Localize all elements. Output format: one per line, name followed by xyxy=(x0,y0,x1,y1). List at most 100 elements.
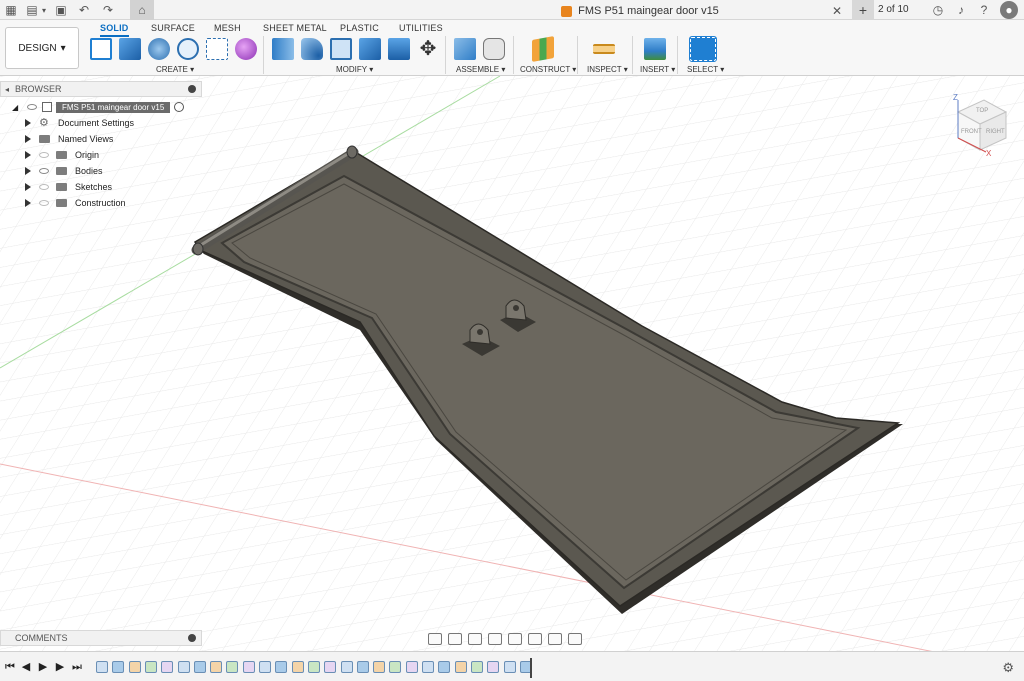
extrude-icon[interactable] xyxy=(119,38,141,60)
timeline-feature-icon[interactable] xyxy=(454,661,467,673)
fillet-icon[interactable] xyxy=(301,38,323,60)
play-icon[interactable]: ▶ xyxy=(37,661,49,673)
document-tab[interactable]: FMS P51 maingear door v15 ✕ xyxy=(430,2,850,20)
select-icon[interactable] xyxy=(689,36,717,62)
pattern-icon[interactable] xyxy=(206,38,228,60)
assemble-menu[interactable]: ASSEMBLE ▾ xyxy=(456,65,505,74)
workspace-switcher[interactable]: DESIGN ▾ xyxy=(5,27,79,69)
step-back-icon[interactable]: ◀ xyxy=(20,661,32,673)
press-pull-icon[interactable] xyxy=(272,38,294,60)
timeline-marker[interactable] xyxy=(530,658,532,678)
timeline-feature-icon[interactable] xyxy=(193,661,206,673)
viewports-icon[interactable] xyxy=(568,633,582,645)
browser-header[interactable]: ◂ BROWSER xyxy=(0,81,202,97)
plus-icon[interactable]: + xyxy=(852,0,874,20)
insert-menu[interactable]: INSERT ▾ xyxy=(640,65,675,74)
zoom-icon[interactable] xyxy=(488,633,502,645)
timeline-feature-icon[interactable] xyxy=(307,661,320,673)
timeline-feature-icon[interactable] xyxy=(356,661,369,673)
tab-surface[interactable]: SURFACE xyxy=(151,23,195,33)
grid-icon[interactable]: ▦ xyxy=(3,2,19,18)
timeline-feature-icon[interactable] xyxy=(112,661,125,673)
go-to-end-icon[interactable]: ⏭ xyxy=(71,661,83,673)
measure-icon[interactable] xyxy=(593,44,615,54)
look-at-icon[interactable] xyxy=(448,633,462,645)
timeline-feature-icon[interactable] xyxy=(128,661,141,673)
redo-icon[interactable]: ↷ xyxy=(100,2,116,18)
timeline-feature-icon[interactable] xyxy=(242,661,255,673)
tab-mesh[interactable]: MESH xyxy=(214,23,241,33)
expand-icon[interactable] xyxy=(25,135,31,143)
timeline-feature-icon[interactable] xyxy=(389,661,402,673)
tab-solid[interactable]: SOLID xyxy=(100,23,129,37)
timeline-feature-icon[interactable] xyxy=(503,661,516,673)
new-component-icon[interactable] xyxy=(454,38,476,60)
move-icon[interactable]: ✥ xyxy=(417,38,439,60)
expand-icon[interactable] xyxy=(25,183,31,191)
chevron-icon[interactable]: ◂ xyxy=(5,85,9,94)
timeline-feature-icon[interactable] xyxy=(438,661,451,673)
inspect-menu[interactable]: INSPECT ▾ xyxy=(587,65,628,74)
pan-icon[interactable] xyxy=(468,633,482,645)
close-icon[interactable]: ✕ xyxy=(832,4,842,18)
expand-icon[interactable] xyxy=(25,167,31,175)
step-forward-icon[interactable]: ▶ xyxy=(54,661,66,673)
timeline-feature-icon[interactable] xyxy=(259,661,271,673)
timeline-feature-icon[interactable] xyxy=(275,661,288,673)
clock-icon[interactable]: ◷ xyxy=(930,2,946,18)
avatar-icon[interactable]: ● xyxy=(1000,1,1018,19)
construct-menu[interactable]: CONSTRUCT ▾ xyxy=(520,65,576,74)
expand-icon[interactable] xyxy=(25,199,31,207)
eye-icon[interactable] xyxy=(39,168,49,174)
create-sketch-icon[interactable] xyxy=(90,38,112,60)
timeline-feature-icon[interactable] xyxy=(177,661,190,673)
pin-icon[interactable] xyxy=(188,85,196,93)
browser-item-origin[interactable]: Origin xyxy=(0,147,202,163)
browser-item-document-settings[interactable]: ⚙ Document Settings xyxy=(0,115,202,131)
expand-icon[interactable] xyxy=(25,151,31,159)
browser-root[interactable]: ◢ FMS P51 maingear door v15 xyxy=(0,99,202,115)
joint-icon[interactable] xyxy=(483,38,505,60)
timeline-feature-icon[interactable] xyxy=(470,661,483,673)
timeline-feature-icon[interactable] xyxy=(373,661,386,673)
shell-icon[interactable] xyxy=(330,38,352,60)
chevron-down-icon[interactable]: ▾ xyxy=(36,2,52,18)
tab-plastic[interactable]: PLASTIC xyxy=(340,23,379,33)
help-icon[interactable]: ? xyxy=(976,2,992,18)
bell-icon[interactable]: ♪ xyxy=(953,2,969,18)
timeline-feature-icon[interactable] xyxy=(324,661,337,673)
gear-icon[interactable]: ⚙ xyxy=(1002,660,1014,676)
go-to-start-icon[interactable]: ⏮ xyxy=(4,661,16,673)
expand-icon[interactable] xyxy=(25,119,31,127)
eye-icon[interactable] xyxy=(39,152,49,158)
timeline-feature-icon[interactable] xyxy=(422,661,434,673)
combine-icon[interactable] xyxy=(359,38,381,60)
browser-item-sketches[interactable]: Sketches xyxy=(0,179,202,195)
form-icon[interactable] xyxy=(235,38,257,60)
eye-icon[interactable] xyxy=(27,104,37,110)
collapse-icon[interactable]: ◢ xyxy=(12,103,18,112)
orbit-icon[interactable] xyxy=(428,633,442,645)
timeline-feature-icon[interactable] xyxy=(291,661,304,673)
split-body-icon[interactable] xyxy=(388,38,410,60)
display-settings-icon[interactable] xyxy=(528,633,542,645)
revolve-icon[interactable] xyxy=(148,38,170,60)
save-icon[interactable]: ▣ xyxy=(53,2,69,18)
timeline-feature-icon[interactable] xyxy=(144,661,157,673)
offset-plane-icon[interactable] xyxy=(532,36,554,62)
eye-icon[interactable] xyxy=(39,200,49,206)
create-menu[interactable]: CREATE ▾ xyxy=(156,65,194,74)
timeline-feature-icon[interactable] xyxy=(405,661,418,673)
add-comment-icon[interactable] xyxy=(188,634,196,642)
grid-settings-icon[interactable] xyxy=(548,633,562,645)
timeline-feature-icon[interactable] xyxy=(226,661,239,673)
hole-icon[interactable] xyxy=(177,38,199,60)
home-icon[interactable]: ⌂ xyxy=(130,0,154,20)
tab-utilities[interactable]: UTILITIES xyxy=(399,23,443,33)
comments-panel[interactable]: COMMENTS xyxy=(0,630,202,646)
undo-icon[interactable]: ↶ xyxy=(76,2,92,18)
timeline-feature-icon[interactable] xyxy=(487,661,500,673)
timeline-feature-icon[interactable] xyxy=(96,661,108,673)
fit-icon[interactable] xyxy=(508,633,522,645)
timeline-feature-icon[interactable] xyxy=(340,661,353,673)
